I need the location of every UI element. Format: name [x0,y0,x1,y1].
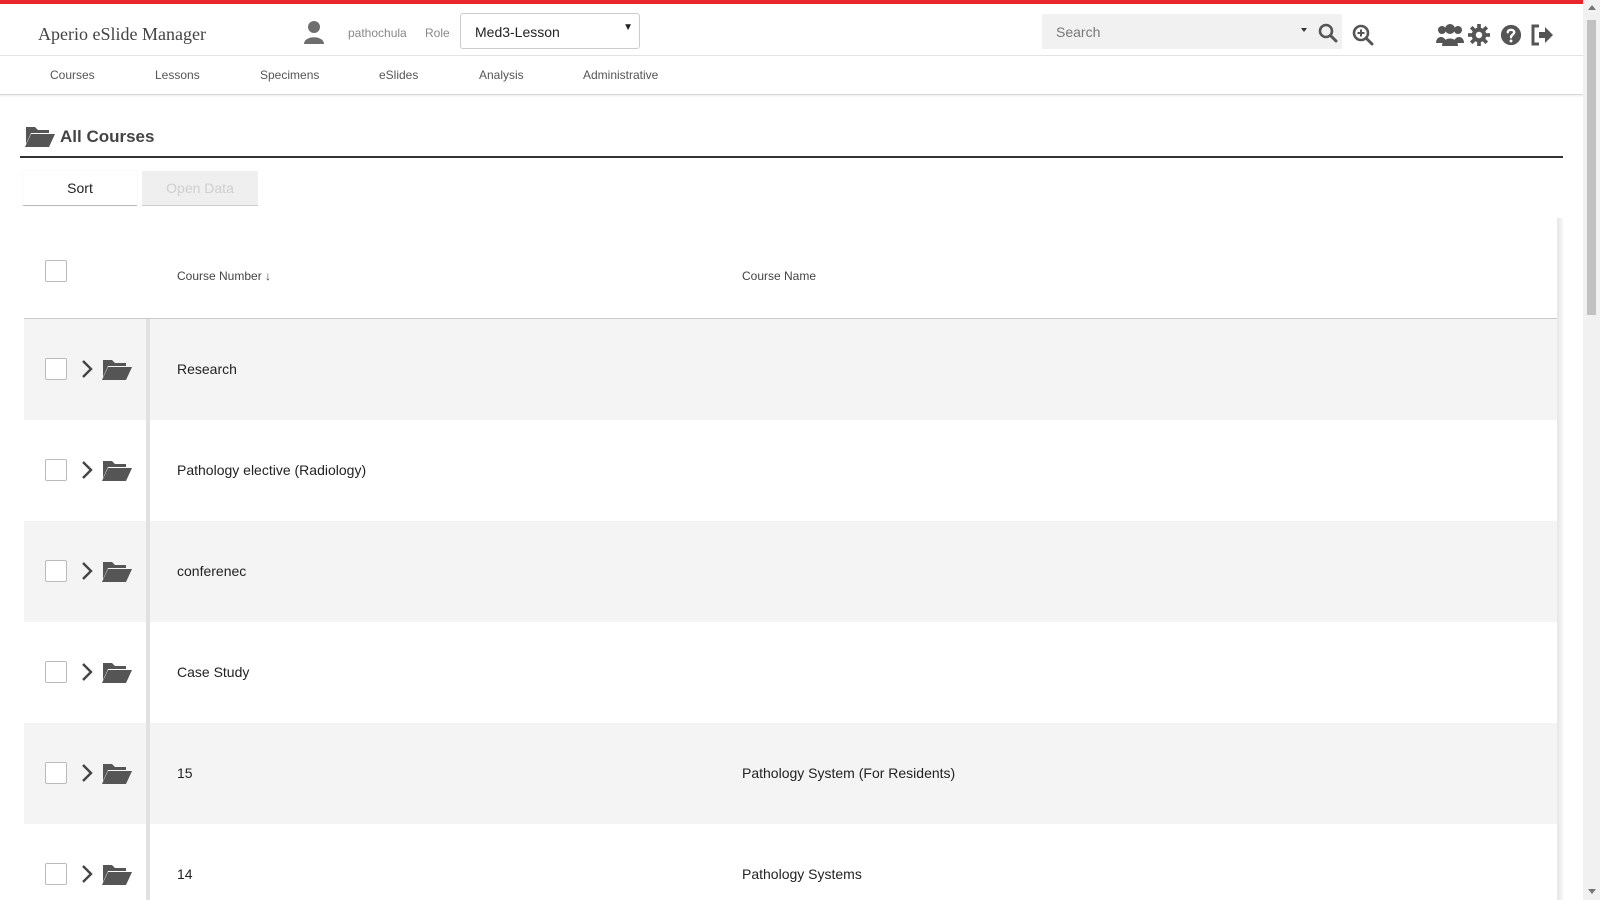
main-nav: Courses Lessons Specimens eSlides Analys… [0,57,1583,95]
row-separator [146,824,150,900]
row-separator [146,319,150,420]
row-checkbox[interactable] [45,560,67,582]
chevron-right-icon[interactable] [80,359,94,379]
course-number-cell[interactable]: 15 [177,765,193,781]
table-header: Course Number ↓ Course Name [24,218,1559,319]
row-checkbox[interactable] [45,358,67,380]
chevron-right-icon[interactable] [80,662,94,682]
chevron-right-icon[interactable] [80,864,94,884]
search-icon[interactable] [1318,23,1338,43]
column-header-course-number[interactable]: Course Number ↓ [177,269,271,283]
table-row[interactable]: 15 Pathology System (For Residents) [24,723,1559,824]
column-header-course-name[interactable]: Course Name [742,269,816,283]
username: pathochula [348,26,407,40]
nav-item-eslides[interactable]: eSlides [379,68,418,82]
users-icon[interactable] [1436,23,1464,47]
scroll-down-arrow-icon[interactable] [1588,889,1596,894]
row-checkbox[interactable] [45,863,67,885]
chevron-right-icon[interactable] [80,561,94,581]
row-controls [24,622,144,723]
row-controls [24,723,144,824]
nav-item-analysis[interactable]: Analysis [479,68,524,82]
heading-divider [20,156,1563,158]
table-row[interactable]: Case Study [24,622,1559,723]
role-label: Role [425,26,450,40]
role-select-value: Med3-Lesson [475,24,560,40]
course-number-cell[interactable]: Case Study [177,664,249,680]
row-controls [24,319,144,420]
zoom-in-icon[interactable] [1352,24,1374,46]
select-all-checkbox[interactable] [45,260,67,282]
search-box [1042,14,1342,49]
page-title: All Courses [60,127,155,146]
table-row[interactable]: 14 Pathology Systems [24,824,1559,900]
folder-open-icon [102,663,132,683]
row-separator [146,723,150,824]
role-select[interactable]: Med3-Lesson ▼ [460,13,640,49]
scroll-up-arrow-icon[interactable] [1588,5,1596,10]
course-number-cell[interactable]: conferenec [177,563,246,579]
nav-item-specimens[interactable]: Specimens [260,68,319,82]
row-checkbox[interactable] [45,661,67,683]
table-edge-shadow [1557,218,1563,900]
page-scrollbar[interactable] [1583,0,1600,900]
folder-open-icon [102,562,132,582]
app-header: Aperio eSlide Manager pathochula Role Me… [0,4,1583,56]
row-separator [146,521,150,622]
table-row[interactable]: conferenec [24,521,1559,622]
row-controls [24,824,144,900]
gear-icon[interactable] [1468,23,1490,47]
folder-open-icon [102,360,132,380]
course-name-cell[interactable]: Pathology Systems [742,866,862,882]
folder-open-icon [102,764,132,784]
open-data-button[interactable]: Open Data [142,171,258,206]
help-icon[interactable] [1500,23,1522,47]
course-number-cell[interactable]: 14 [177,866,193,882]
course-name-cell[interactable]: Pathology System (For Residents) [742,765,955,781]
nav-item-courses[interactable]: Courses [50,68,95,82]
folder-open-icon [102,461,132,481]
app-title: Aperio eSlide Manager [38,24,206,44]
nav-item-lessons[interactable]: Lessons [155,68,200,82]
folder-open-icon [102,865,132,885]
table-row[interactable]: Pathology elective (Radiology) [24,420,1559,521]
row-checkbox[interactable] [45,459,67,481]
row-controls [24,420,144,521]
folder-open-icon [25,127,55,147]
sort-button[interactable]: Sort [23,171,137,206]
course-number-cell[interactable]: Research [177,361,237,377]
row-checkbox[interactable] [45,762,67,784]
row-separator [146,622,150,723]
courses-table: Course Number ↓ Course Name Research Path… [24,218,1559,900]
chevron-right-icon[interactable] [80,763,94,783]
course-number-cell[interactable]: Pathology elective (Radiology) [177,462,366,478]
search-input[interactable] [1042,14,1302,49]
search-scope-dropdown-icon[interactable] [1301,28,1307,32]
chevron-right-icon[interactable] [80,460,94,480]
user-icon[interactable] [303,20,325,44]
row-separator [146,420,150,521]
scrollbar-thumb[interactable] [1587,20,1596,315]
row-controls [24,521,144,622]
chevron-down-icon: ▼ [623,22,633,33]
logout-icon[interactable] [1530,23,1554,47]
nav-item-administrative[interactable]: Administrative [583,68,658,82]
table-row[interactable]: Research [24,319,1559,420]
